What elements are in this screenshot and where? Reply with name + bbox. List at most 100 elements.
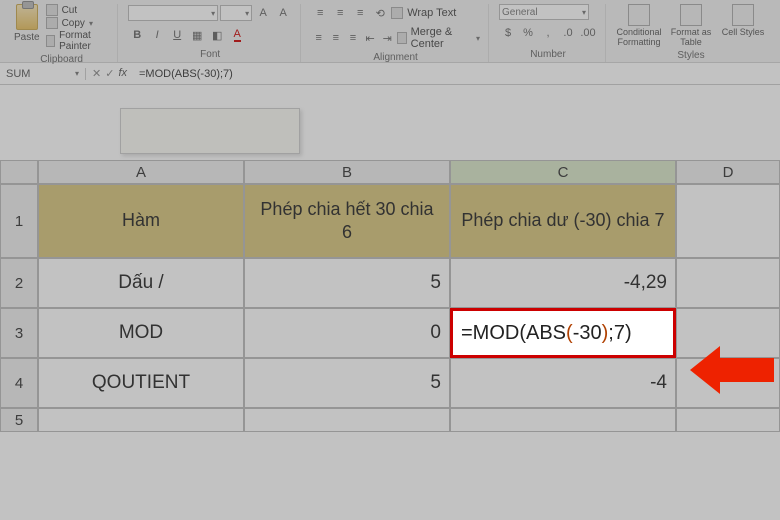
group-styles: Conditional Formatting Format as Table C… <box>608 4 774 62</box>
chevron-down-icon: ▾ <box>89 19 93 28</box>
cut-button[interactable]: Cut <box>46 4 110 16</box>
cell-c3-editing[interactable]: =MOD(ABS(-30);7) <box>450 308 676 358</box>
cell-styles-button[interactable]: Cell Styles <box>720 4 766 38</box>
cell-d2[interactable] <box>676 258 780 308</box>
fill-color-button[interactable]: ◧ <box>208 26 226 44</box>
select-all-corner[interactable] <box>0 160 38 184</box>
align-right-button[interactable]: ≡ <box>345 29 360 47</box>
bold-button[interactable]: B <box>128 26 146 44</box>
orientation-button[interactable]: ⟲ <box>371 4 389 22</box>
cell-d1[interactable] <box>676 184 780 258</box>
col-header-d[interactable]: D <box>676 160 780 184</box>
formula-text-suffix: ;7) <box>608 322 631 345</box>
chevron-down-icon: ▾ <box>245 9 249 18</box>
merge-center-button[interactable]: Merge & Center▾ <box>397 26 480 50</box>
chevron-down-icon: ▾ <box>211 9 215 18</box>
merge-label: Merge & Center <box>411 26 472 50</box>
cond-fmt-icon <box>628 4 650 26</box>
accept-formula-button[interactable]: ✓ <box>105 67 114 80</box>
inc-decimal-button[interactable]: .0 <box>559 24 577 42</box>
cell-c5[interactable] <box>450 408 676 432</box>
scissors-icon <box>46 4 58 16</box>
cancel-formula-button[interactable]: ✕ <box>92 67 101 80</box>
fmt-table-label: Format as Table <box>668 28 714 48</box>
row-header-1[interactable]: 1 <box>0 184 38 258</box>
paste-label: Paste <box>14 32 40 43</box>
format-painter-button[interactable]: Format Painter <box>46 30 110 52</box>
align-left-button[interactable]: ≡ <box>311 29 326 47</box>
cell-styles-label: Cell Styles <box>722 28 765 38</box>
font-size-select[interactable]: ▾ <box>220 5 252 21</box>
brush-icon <box>46 35 56 47</box>
align-middle-button[interactable]: ≡ <box>331 4 349 22</box>
name-box-value: SUM <box>6 68 30 80</box>
group-alignment: ≡ ≡ ≡ ⟲ Wrap Text ≡ ≡ ≡ ⇤ ⇥ Merge & Cent… <box>303 4 489 62</box>
conditional-formatting-button[interactable]: Conditional Formatting <box>616 4 662 48</box>
percent-button[interactable]: % <box>519 24 537 42</box>
indent-inc-button[interactable]: ⇥ <box>380 29 395 47</box>
fx-button[interactable]: fx <box>118 67 127 80</box>
merge-icon <box>397 32 407 44</box>
cell-a3[interactable]: MOD <box>38 308 244 358</box>
col-header-a[interactable]: A <box>38 160 244 184</box>
italic-button[interactable]: I <box>148 26 166 44</box>
cell-a1[interactable]: Hàm <box>38 184 244 258</box>
cell-b2[interactable]: 5 <box>244 258 450 308</box>
row-header-2[interactable]: 2 <box>0 258 38 308</box>
row-header-3[interactable]: 3 <box>0 308 38 358</box>
col-header-c[interactable]: C <box>450 160 676 184</box>
ribbon-groups: Paste Cut Copy▾ Format Painter Clipboard… <box>0 0 780 62</box>
paren-open: ( <box>566 322 573 345</box>
format-painter-label: Format Painter <box>59 30 109 52</box>
align-top-button[interactable]: ≡ <box>311 4 329 22</box>
format-as-table-button[interactable]: Format as Table <box>668 4 714 48</box>
group-number-label: Number <box>499 49 597 60</box>
row-header-5[interactable]: 5 <box>0 408 38 432</box>
number-format-select[interactable]: General▾ <box>499 4 589 20</box>
cell-c2[interactable]: -4,29 <box>450 258 676 308</box>
copy-button[interactable]: Copy▾ <box>46 17 110 29</box>
dec-decimal-button[interactable]: .00 <box>579 24 597 42</box>
font-color-button[interactable]: A <box>228 26 246 44</box>
currency-button[interactable]: $ <box>499 24 517 42</box>
cell-d5[interactable] <box>676 408 780 432</box>
table-row: 4 QOUTIENT 5 -4 <box>0 358 780 408</box>
group-font: ▾ ▾ A A B I U ▦ ◧ A Font <box>120 4 301 62</box>
name-box[interactable]: SUM ▾ <box>0 68 86 80</box>
cell-b1[interactable]: Phép chia hết 30 chia 6 <box>244 184 450 258</box>
comma-button[interactable]: , <box>539 24 557 42</box>
paren-close: ) <box>602 322 609 345</box>
cell-a5[interactable] <box>38 408 244 432</box>
col-header-b[interactable]: B <box>244 160 450 184</box>
formula-input[interactable]: =MOD(ABS(-30);7) <box>133 68 780 80</box>
cell-b3[interactable]: 0 <box>244 308 450 358</box>
cell-a2[interactable]: Dấu / <box>38 258 244 308</box>
wrap-icon <box>391 7 403 19</box>
indent-dec-button[interactable]: ⇤ <box>363 29 378 47</box>
grow-font-button[interactable]: A <box>254 4 272 22</box>
underline-button[interactable]: U <box>168 26 186 44</box>
paste-button[interactable]: Paste <box>14 4 40 43</box>
border-button[interactable]: ▦ <box>188 26 206 44</box>
group-alignment-label: Alignment <box>311 52 480 63</box>
table-icon <box>680 4 702 26</box>
table-row: 5 <box>0 408 780 432</box>
cell-c4[interactable]: -4 <box>450 358 676 408</box>
align-bottom-button[interactable]: ≡ <box>351 4 369 22</box>
cell-a4[interactable]: QOUTIENT <box>38 358 244 408</box>
formula-text-inner: -30 <box>573 322 602 345</box>
cell-c1[interactable]: Phép chia dư (-30) chia 7 <box>450 184 676 258</box>
group-clipboard-label: Clipboard <box>14 54 109 65</box>
cell-b4[interactable]: 5 <box>244 358 450 408</box>
cut-label: Cut <box>62 5 78 16</box>
wrap-label: Wrap Text <box>407 7 456 19</box>
row-header-4[interactable]: 4 <box>0 358 38 408</box>
arrow-head-icon <box>690 346 720 394</box>
font-family-select[interactable]: ▾ <box>128 5 218 21</box>
shrink-font-button[interactable]: A <box>274 4 292 22</box>
wrap-text-button[interactable]: Wrap Text <box>391 7 456 19</box>
cell-b5[interactable] <box>244 408 450 432</box>
cond-label: Conditional Formatting <box>616 28 662 48</box>
align-center-button[interactable]: ≡ <box>328 29 343 47</box>
column-headers: A B C D <box>0 160 780 184</box>
